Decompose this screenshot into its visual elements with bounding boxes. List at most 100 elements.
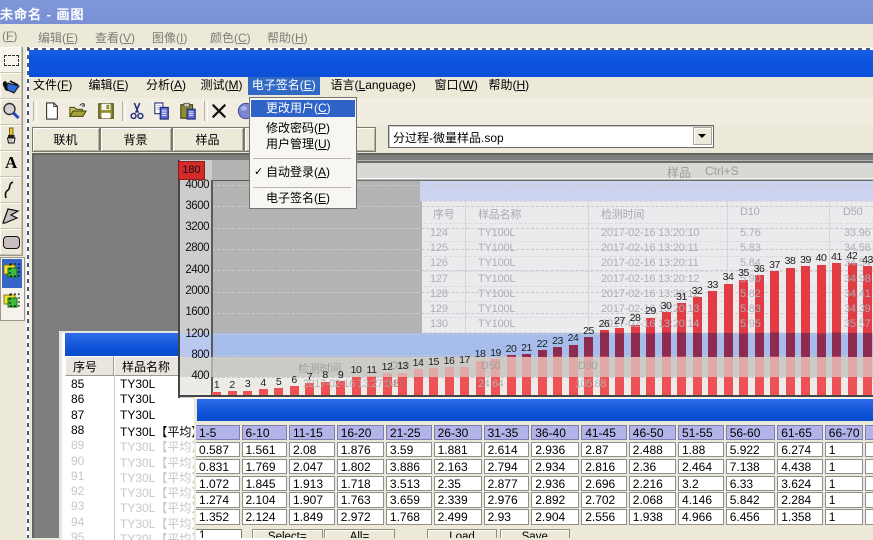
dist-cell[interactable]: 3.886: [386, 459, 432, 475]
dist-cell[interactable]: 2.35: [434, 476, 482, 492]
chart-max-cell[interactable]: 180: [178, 161, 205, 180]
dist-cell[interactable]: [865, 476, 873, 492]
dist-cell[interactable]: 1.358: [777, 509, 823, 525]
dist-cell[interactable]: [865, 492, 873, 508]
dist-cell[interactable]: 1: [825, 442, 863, 458]
dist-cell[interactable]: 2.976: [484, 492, 530, 508]
dist-cell[interactable]: 1.845: [242, 476, 288, 492]
tool-text[interactable]: A: [0, 151, 23, 178]
dist-cell[interactable]: 3.513: [386, 476, 432, 492]
dist-cell[interactable]: 0.831: [195, 459, 240, 475]
dist-cell[interactable]: 2.702: [581, 492, 627, 508]
dist-cell[interactable]: 2.696: [581, 476, 627, 492]
dist-cell[interactable]: 2.972: [337, 509, 384, 525]
app-menu-5[interactable]: 电子签名(E): [248, 77, 320, 95]
paste-icon[interactable]: [179, 102, 197, 120]
dist-col-header[interactable]: 61-65: [777, 425, 823, 439]
tool-brush[interactable]: [0, 125, 23, 152]
dist-cell[interactable]: 2.499: [434, 509, 482, 525]
dist-button-all[interactable]: All=: [324, 529, 395, 539]
app-menu-3[interactable]: 分析(A): [142, 77, 190, 95]
dist-col-header[interactable]: 41-45: [581, 425, 627, 439]
paint-menu-item[interactable]: 帮助(H): [267, 29, 308, 46]
dist-cell[interactable]: 2.936: [531, 442, 579, 458]
paint-titlebar[interactable]: 未命名 - 画图: [0, 0, 873, 24]
dist-col-header[interactable]: [865, 425, 873, 439]
dist-cell[interactable]: 6.456: [726, 509, 776, 525]
dist-col-header[interactable]: 6-10: [242, 425, 288, 439]
dist-cell[interactable]: 1.876: [337, 442, 384, 458]
dist-col-header[interactable]: 51-55: [678, 425, 724, 439]
dist-button-select[interactable]: Select=: [252, 529, 323, 539]
dist-cell[interactable]: 2.124: [242, 509, 288, 525]
dist-cell[interactable]: 0.587: [195, 442, 240, 458]
menu-item-p[interactable]: 修改密码(P): [251, 120, 355, 137]
dist-cell[interactable]: 2.08: [289, 442, 335, 458]
delete-icon[interactable]: [210, 102, 228, 120]
dist-cell[interactable]: 2.556: [581, 509, 627, 525]
menu-item-e[interactable]: 电子签名(E): [251, 190, 355, 207]
sop-combobox[interactable]: 分过程-微量样品.sop: [388, 125, 714, 148]
dist-cell[interactable]: 4.438: [777, 459, 823, 475]
dist-cell[interactable]: 1.763: [337, 492, 384, 508]
dist-button-save[interactable]: Save: [500, 529, 571, 539]
app-menu-7[interactable]: 窗口(W): [431, 77, 482, 95]
dist-cell[interactable]: 6.274: [777, 442, 823, 458]
dist-cell[interactable]: 1.561: [242, 442, 288, 458]
dist-cell[interactable]: 1.938: [629, 509, 676, 525]
dist-cell[interactable]: 2.93: [484, 509, 530, 525]
dist-cell[interactable]: [865, 509, 873, 525]
dist-cell[interactable]: 2.339: [434, 492, 482, 508]
app-menu-1[interactable]: 文件(F): [29, 77, 76, 95]
dist-cell[interactable]: 3.659: [386, 492, 432, 508]
dist-cell[interactable]: 2.36: [629, 459, 676, 475]
combo-dropdown-arrow-icon[interactable]: [693, 127, 712, 145]
sample-button[interactable]: 样品: [172, 127, 244, 152]
online-button[interactable]: 联机: [32, 127, 100, 152]
menu-item-c[interactable]: 更改用户(C): [251, 100, 355, 117]
open-folder-icon[interactable]: [69, 102, 87, 120]
dist-cell[interactable]: 2.816: [581, 459, 627, 475]
dist-cell[interactable]: 1: [825, 492, 863, 508]
dist-cell[interactable]: 3.624: [777, 476, 823, 492]
dist-cell[interactable]: 1.718: [337, 476, 384, 492]
distribution-window-titlebar[interactable]: [197, 399, 873, 421]
dist-cell[interactable]: 7.138: [726, 459, 776, 475]
dist-col-header[interactable]: 66-70: [825, 425, 863, 439]
dist-cell[interactable]: 1.768: [386, 509, 432, 525]
dist-cell[interactable]: 1.072: [195, 476, 240, 492]
paint-menu-item[interactable]: 查看(V): [95, 29, 135, 46]
save-icon[interactable]: [97, 102, 115, 120]
tool-select[interactable]: [0, 47, 23, 74]
dist-col-header[interactable]: 36-40: [531, 425, 579, 439]
paint-menu-item[interactable]: 编辑(E): [38, 29, 78, 46]
dist-cell[interactable]: 1: [825, 509, 863, 525]
tool-rounded-rectangle[interactable]: [0, 229, 23, 256]
dist-col-header[interactable]: 31-35: [484, 425, 530, 439]
dist-cell[interactable]: 2.284: [777, 492, 823, 508]
tool-curve[interactable]: [0, 177, 23, 204]
dist-cell[interactable]: 2.104: [242, 492, 288, 508]
dist-cell[interactable]: 3.2: [678, 476, 724, 492]
dist-cell[interactable]: 1.769: [242, 459, 288, 475]
dist-cell[interactable]: 2.163: [434, 459, 482, 475]
dist-button-load[interactable]: Load: [427, 529, 498, 539]
dist-col-header[interactable]: 11-15: [289, 425, 335, 439]
dist-cell[interactable]: 2.877: [484, 476, 530, 492]
dist-cell[interactable]: 1.913: [289, 476, 335, 492]
dist-cell[interactable]: 6.33: [726, 476, 776, 492]
dist-cell[interactable]: 2.047: [289, 459, 335, 475]
page-number-input[interactable]: 1: [195, 529, 242, 539]
tool-fill[interactable]: [0, 73, 23, 100]
new-file-icon[interactable]: [43, 102, 61, 120]
dist-cell[interactable]: 1.274: [195, 492, 240, 508]
dist-cell[interactable]: 5.842: [726, 492, 776, 508]
dist-cell[interactable]: 1: [825, 459, 863, 475]
result-col-no[interactable]: 序号: [65, 356, 114, 376]
background-button[interactable]: 背景: [100, 127, 172, 152]
dist-cell[interactable]: 1.849: [289, 509, 335, 525]
dist-cell[interactable]: 2.216: [629, 476, 676, 492]
dist-cell[interactable]: 1.352: [195, 509, 240, 525]
dist-cell[interactable]: 3.59: [386, 442, 432, 458]
dist-cell[interactable]: 2.068: [629, 492, 676, 508]
